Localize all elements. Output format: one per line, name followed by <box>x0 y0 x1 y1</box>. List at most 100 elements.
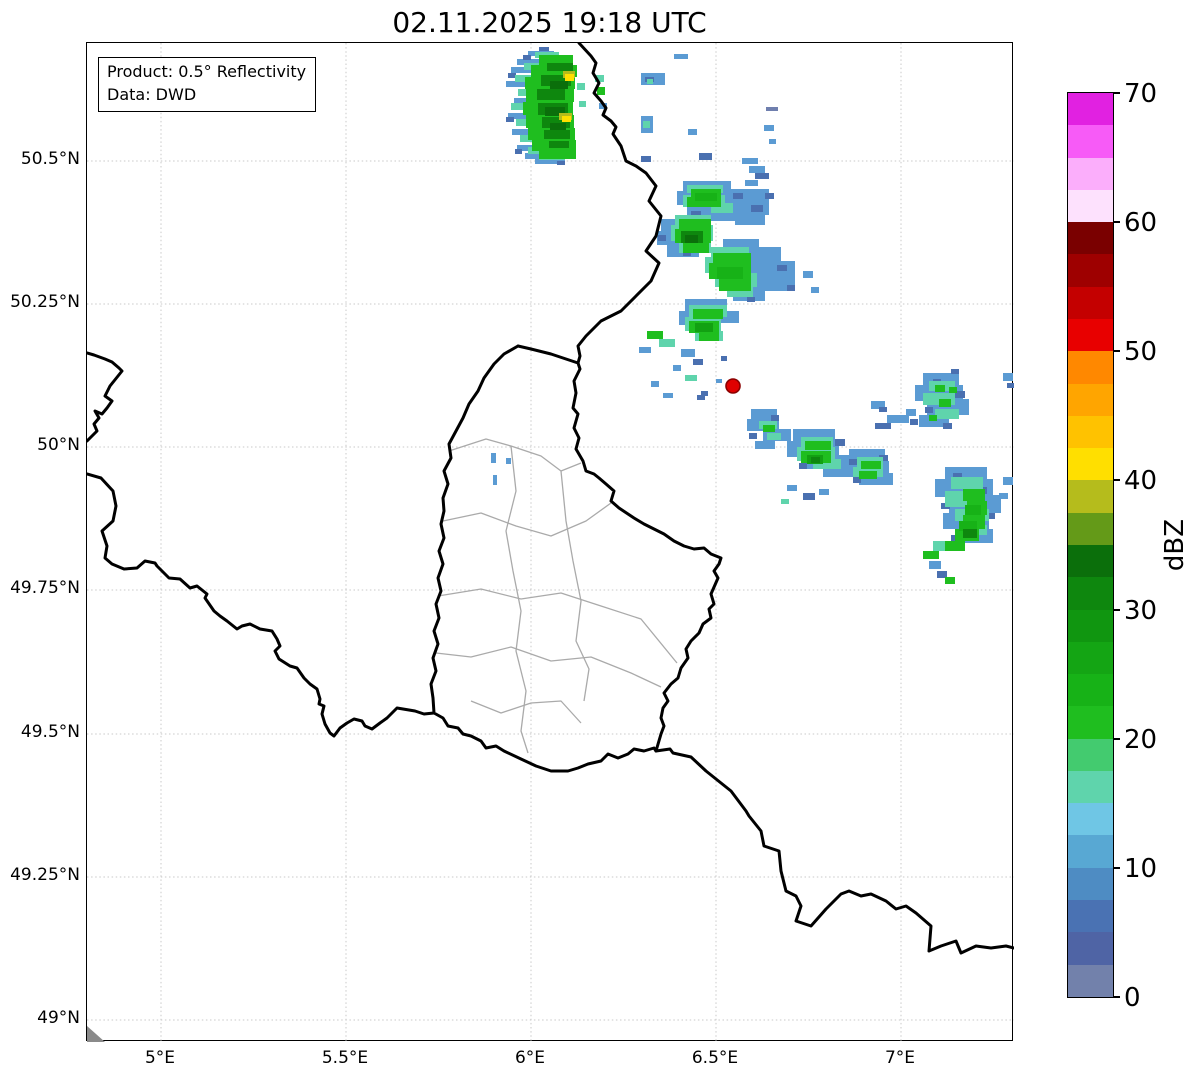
radar-echo <box>781 499 789 504</box>
radar-echo <box>693 359 703 365</box>
radar-echo <box>699 153 712 160</box>
radar-echo <box>875 423 891 429</box>
colorbar-segment <box>1068 641 1113 675</box>
colorbar-segment <box>1068 964 1113 997</box>
radar-echo <box>861 461 881 469</box>
product-info-line2: Data: DWD <box>107 84 197 104</box>
colorbar-tick-mark <box>1113 866 1120 869</box>
radar-echo <box>674 54 688 59</box>
radar-echo <box>659 339 675 347</box>
colorbar-tick-mark <box>1113 92 1120 94</box>
radar-map-page: 02.11.2025 19:18 UTC Product: 0.5° Refle… <box>0 0 1202 1081</box>
radar-echo <box>1003 477 1013 485</box>
radar-echo <box>763 425 775 432</box>
radar-echo <box>643 121 650 128</box>
y-tick-label: 49.25°N <box>10 865 80 885</box>
radar-echo <box>699 333 719 341</box>
colorbar-segment <box>1068 674 1113 707</box>
radar-echo <box>695 323 713 332</box>
district-border <box>442 502 612 537</box>
radar-echo <box>537 89 565 100</box>
radar-echo <box>647 79 653 84</box>
radar-echo <box>787 485 797 491</box>
colorbar-segment <box>1068 803 1113 836</box>
radar-echo <box>685 235 698 243</box>
radar-echo <box>693 309 723 319</box>
colorbar-segment <box>1068 512 1113 545</box>
radar-echo <box>923 551 939 559</box>
radar-echo <box>557 161 565 165</box>
radar-echo <box>887 415 909 423</box>
radar-echo <box>767 433 781 440</box>
colorbar-segment <box>1068 415 1113 449</box>
radar-echo <box>835 439 845 446</box>
colorbar-tick-label: 10 <box>1124 853 1158 884</box>
radar-echo <box>766 107 778 111</box>
colorbar-tick-label: 0 <box>1124 983 1141 1013</box>
radar-echo <box>695 193 717 201</box>
radar-echo <box>751 261 795 277</box>
district-border <box>470 700 582 724</box>
radar-echo <box>755 173 769 179</box>
district-border <box>435 646 662 688</box>
radar-echo <box>755 441 775 449</box>
colorbar-tick-mark <box>1113 996 1120 998</box>
no-data-wedge <box>87 1026 105 1042</box>
colorbar-segment <box>1068 609 1113 642</box>
radar-echo <box>999 493 1008 499</box>
radar-echo <box>733 193 743 199</box>
radar-echo <box>811 287 819 293</box>
y-tick-label: 50.5°N <box>20 149 80 169</box>
x-tick-label: 6°E <box>514 1048 546 1068</box>
colorbar-tick-mark <box>1113 479 1120 482</box>
district-border <box>448 438 582 472</box>
radar-echo <box>749 433 757 439</box>
radar-echo <box>939 399 951 407</box>
colorbar-segment <box>1068 125 1113 158</box>
radar-echo <box>735 215 765 225</box>
colorbar-segment <box>1068 254 1113 287</box>
radar-echo <box>641 156 651 162</box>
radar-echo <box>906 409 916 416</box>
radar-echo <box>491 453 496 463</box>
radar-echo <box>963 529 977 538</box>
country-border <box>87 472 436 738</box>
radar-echo <box>717 267 743 279</box>
district-border <box>560 470 590 702</box>
colorbar-segment <box>1068 900 1113 933</box>
radar-echo <box>539 151 576 159</box>
radar-echo <box>647 331 663 339</box>
y-tick-label: 49.75°N <box>10 578 80 598</box>
radar-echo <box>929 415 937 421</box>
country-border <box>576 43 663 365</box>
radar-echo <box>799 463 807 469</box>
radar-echo <box>550 81 568 89</box>
colorbar-segment <box>1068 351 1113 384</box>
radar-echo <box>565 74 574 81</box>
colorbar-tick-mark <box>1113 350 1120 353</box>
x-tick-label: 5.5°E <box>321 1048 369 1068</box>
radar-echo <box>562 116 571 122</box>
radar-echo <box>597 87 605 95</box>
colorbar-tick-label: 20 <box>1124 724 1158 755</box>
radar-echo <box>701 391 708 396</box>
x-tick-label: 5°E <box>144 1048 176 1068</box>
radar-echo <box>658 235 666 241</box>
radar-echo <box>949 387 957 393</box>
radar-echo <box>688 129 697 135</box>
radar-echo <box>547 63 573 71</box>
colorbar-segment <box>1068 706 1113 739</box>
radar-echo <box>550 123 566 130</box>
radar-echo <box>683 243 709 253</box>
radar-echo <box>716 379 722 383</box>
country-border <box>429 344 723 773</box>
radar-echo <box>935 409 959 419</box>
y-tick-label: 50°N <box>37 435 80 455</box>
radar-echo <box>1007 383 1014 388</box>
radar-echo <box>544 130 570 139</box>
radar-echo <box>549 141 569 148</box>
colorbar-segment <box>1068 577 1113 610</box>
radar-echo <box>803 271 813 278</box>
radar-echo <box>639 347 651 353</box>
radar-echo <box>811 457 820 463</box>
